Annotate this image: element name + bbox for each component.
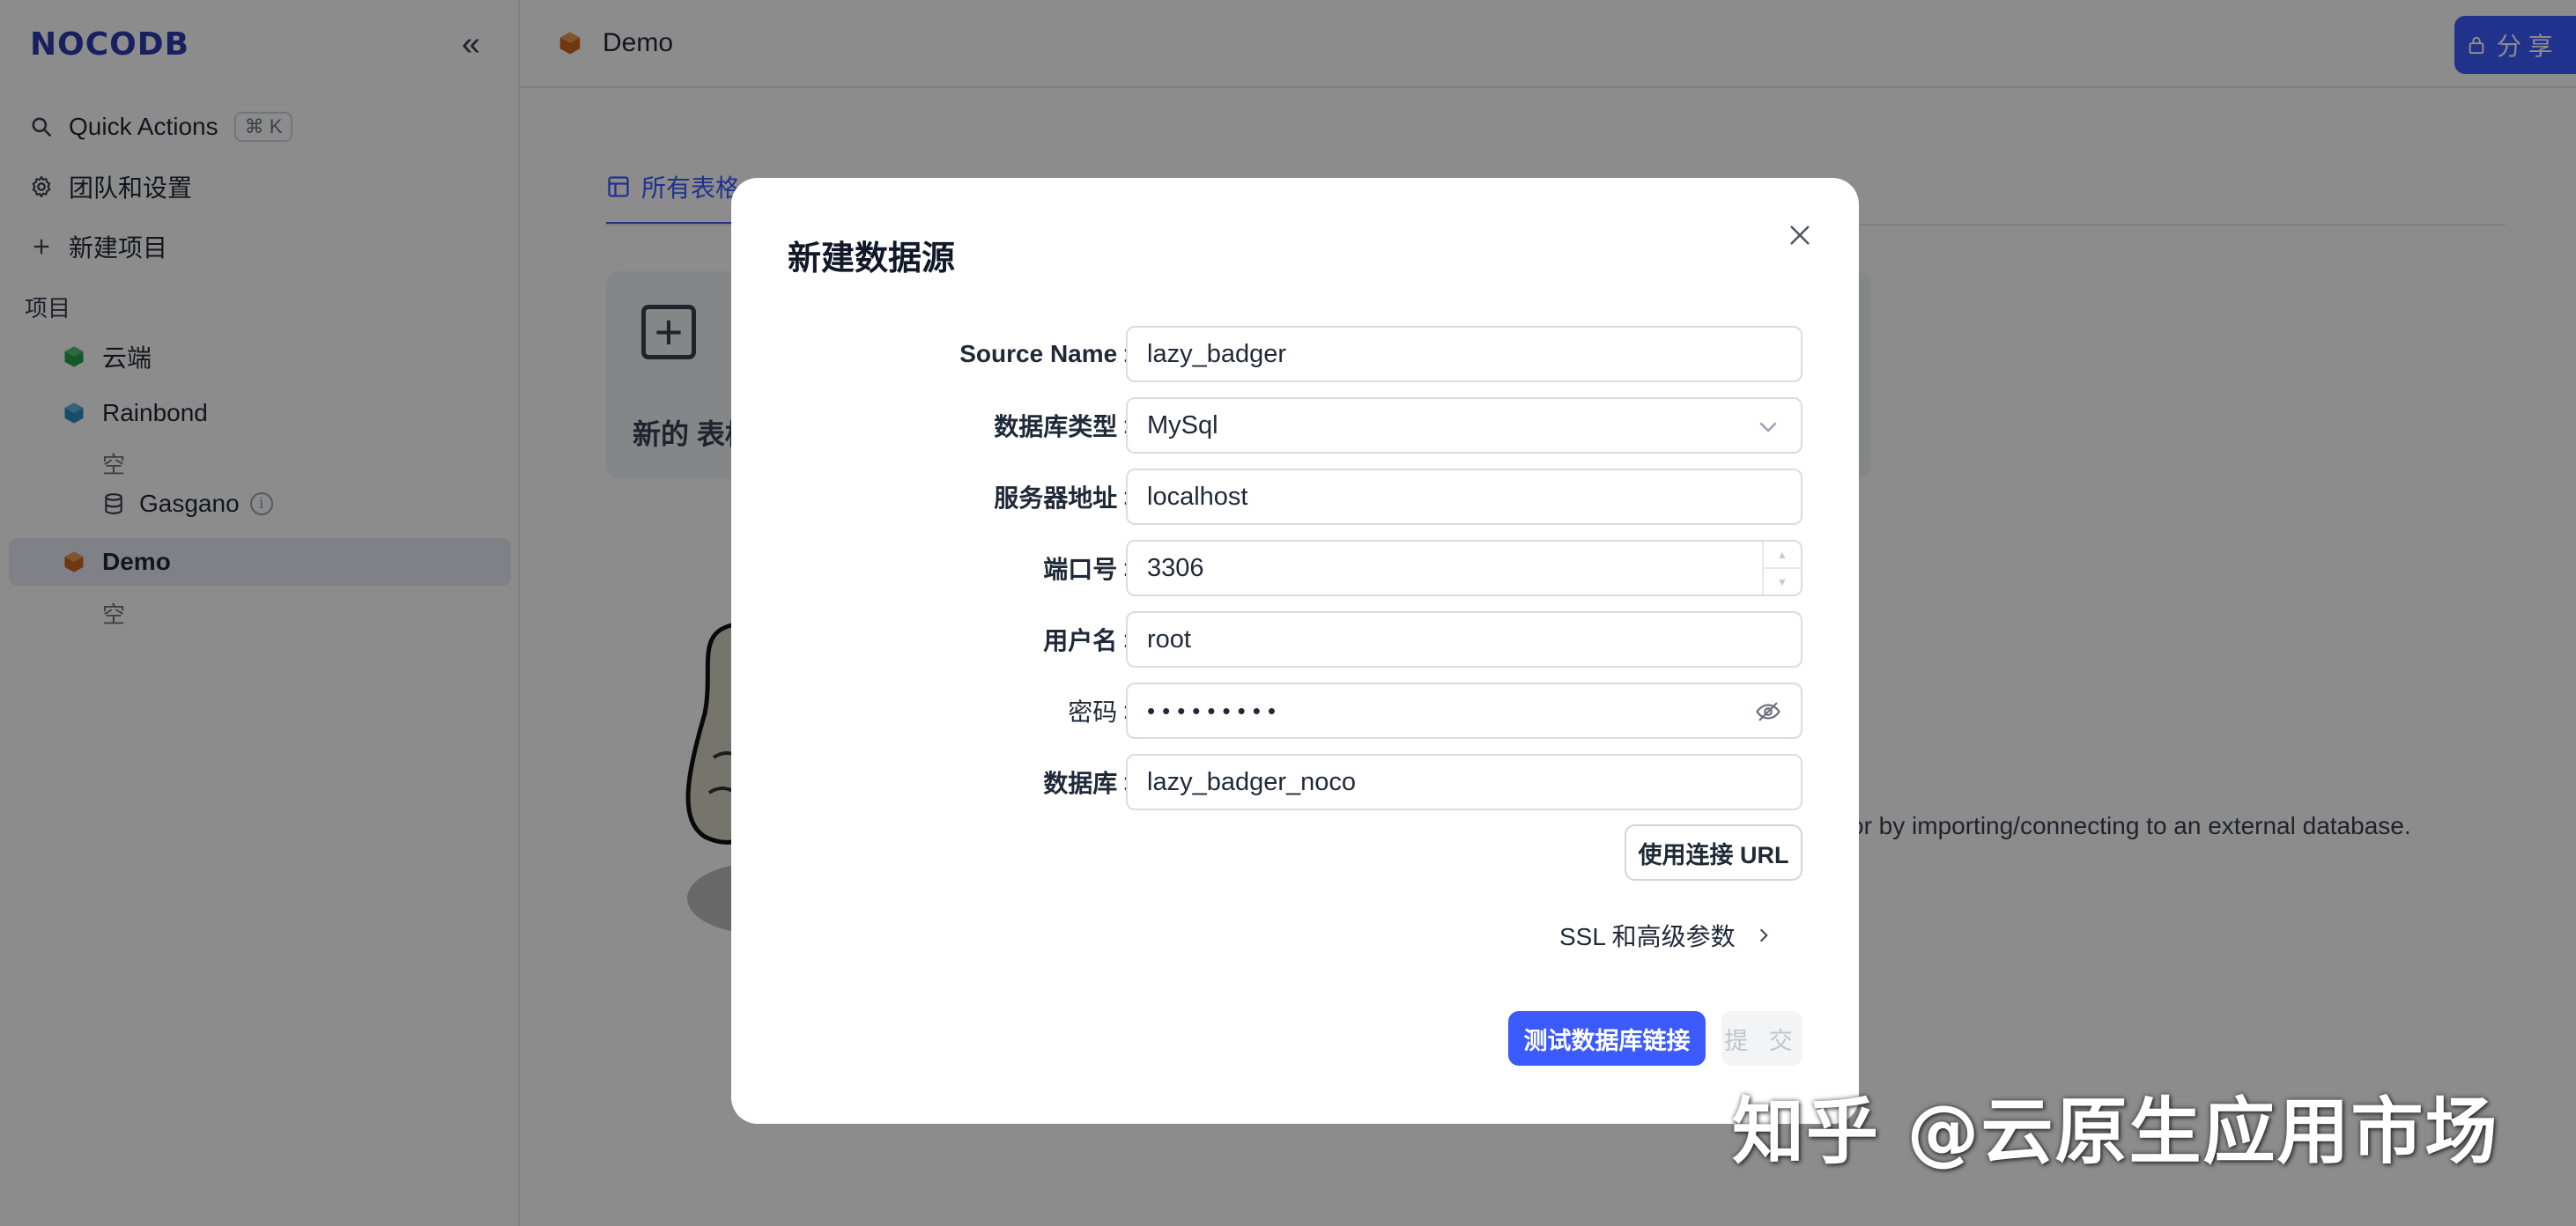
source-name-label: Source Name: [959,326,1129,382]
label-text: 服务器地址 [994,484,1118,512]
modal-title: 新建数据源 [788,240,956,277]
label-text: 数据库 [1043,770,1118,797]
test-connection-button[interactable]: 测试数据库链接 [1508,1011,1706,1066]
label-text: 密码 [1068,698,1118,726]
input-value: 3306 [1147,553,1204,582]
host-label: 服务器地址: [994,469,1129,525]
stepper-down-icon[interactable]: ▼ [1764,569,1801,595]
port-input[interactable]: 3306 ▲ ▼ [1126,540,1802,596]
label-text: 数据库类型 [994,413,1118,440]
password-row: 密码: ••••••••• [731,683,1859,739]
stepper-up-icon[interactable]: ▲ [1764,542,1801,569]
use-connection-url-button[interactable]: 使用连接 URL [1625,824,1802,881]
ssl-link-label: SSL 和高级参数 [1559,923,1736,950]
port-stepper[interactable]: ▲ ▼ [1762,542,1801,595]
input-value: root [1147,624,1191,654]
label-text: 端口号 [1043,556,1118,583]
host-input[interactable]: localhost [1126,469,1802,525]
close-icon[interactable] [1778,213,1822,257]
watermark: 知乎 @云原生应用市场 [1732,1090,2499,1174]
database-label: 数据库: [1043,754,1129,810]
port-label: 端口号: [1043,540,1129,596]
db-type-row: 数据库类型: MySql [731,397,1859,454]
source-name-input[interactable]: lazy_badger [1126,326,1802,382]
database-input[interactable]: lazy_badger_noco [1126,754,1802,810]
new-datasource-modal: 新建数据源 Source Name: lazy_badger 数据库类型: My… [731,178,1859,1124]
password-value: ••••••••• [1147,697,1283,724]
input-value: lazy_badger [1147,339,1286,368]
host-row: 服务器地址: localhost [731,469,1859,525]
password-input[interactable]: ••••••••• [1126,683,1802,739]
username-row: 用户名: root [731,611,1859,668]
chevron-right-icon [1759,928,1768,942]
chevron-down-icon [1759,422,1777,432]
eye-off-icon[interactable] [1755,698,1781,725]
port-row: 端口号: 3306 ▲ ▼ [731,540,1859,596]
select-value: MySql [1147,410,1218,439]
submit-button[interactable]: 提 交 [1721,1011,1802,1066]
database-row: 数据库: lazy_badger_noco [731,754,1859,810]
source-name-row: Source Name: lazy_badger [731,326,1859,382]
db-type-select[interactable]: MySql [1126,397,1802,454]
ssl-advanced-link[interactable]: SSL 和高级参数 [1559,918,1773,953]
label-text: Source Name [959,340,1118,367]
password-label: 密码: [1068,683,1129,739]
label-text: 用户名 [1043,627,1118,654]
username-label: 用户名: [1043,611,1129,668]
input-value: lazy_badger_noco [1147,767,1357,796]
input-value: localhost [1147,482,1248,511]
db-type-label: 数据库类型: [994,397,1129,454]
username-input[interactable]: root [1126,611,1802,668]
